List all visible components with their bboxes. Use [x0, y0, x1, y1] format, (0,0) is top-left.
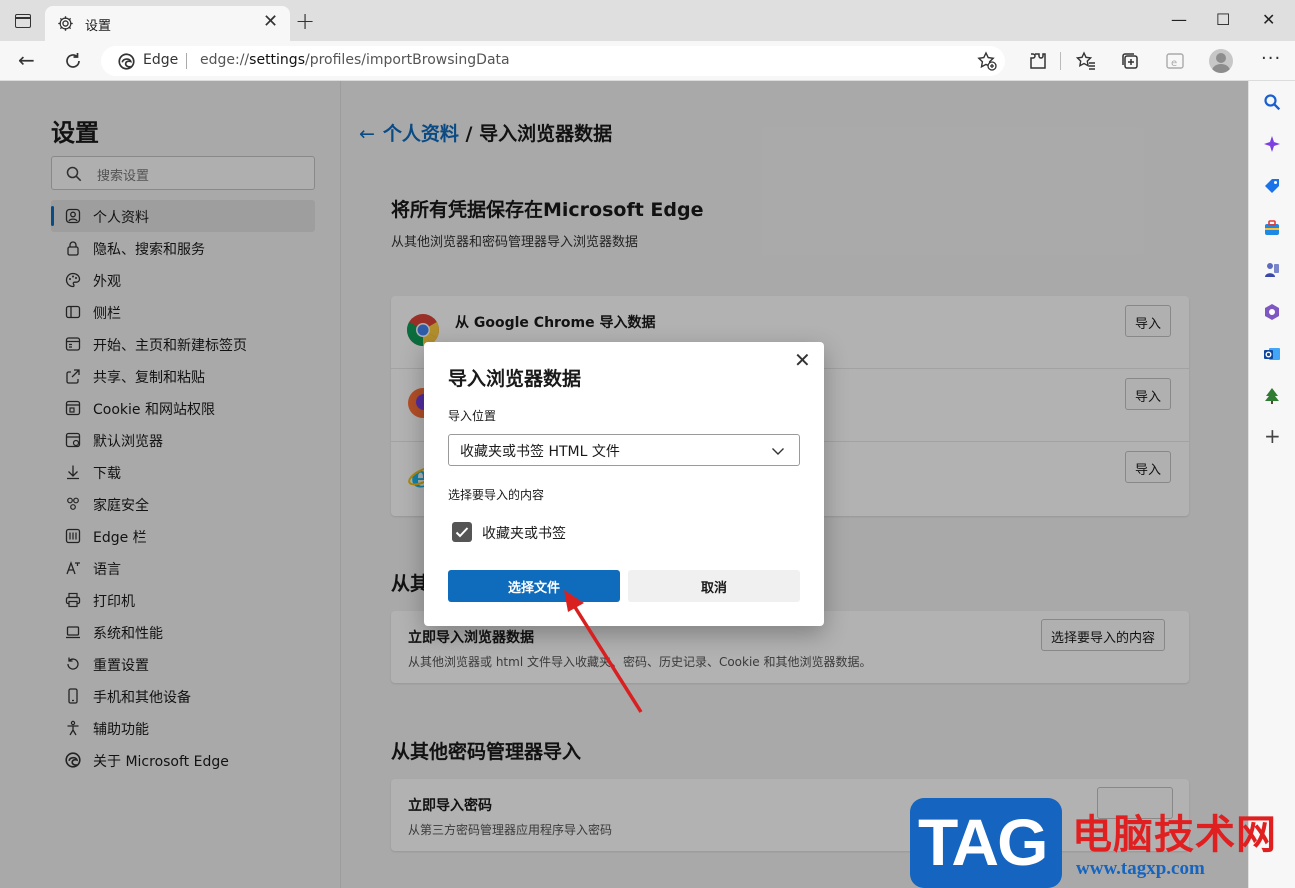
shopping-tag-icon[interactable] — [1263, 177, 1281, 195]
new-tab-button[interactable]: + — [295, 9, 315, 33]
games-icon[interactable] — [1263, 261, 1281, 279]
tab-bar: 设置 ✕ + — ☐ ✕ — [0, 0, 1295, 41]
dialog-title: 导入浏览器数据 — [448, 368, 582, 390]
choose-file-button[interactable]: 选择文件 — [448, 570, 620, 602]
url-text: edge://settings/profiles/importBrowsingD… — [200, 52, 510, 68]
refresh-icon[interactable] — [63, 51, 83, 71]
address-toolbar: ← Edge edge://settings/profiles/importBr… — [0, 41, 1295, 81]
minimize-button[interactable]: — — [1171, 10, 1187, 30]
import-location-select[interactable]: 收藏夹或书签 HTML 文件 — [448, 434, 800, 466]
address-divider — [186, 53, 187, 69]
tab-actions-icon[interactable] — [15, 14, 31, 28]
more-options-icon[interactable]: ··· — [1261, 48, 1281, 69]
edge-logo-icon — [118, 53, 135, 70]
toolbar-divider — [1060, 52, 1061, 70]
tab-settings[interactable]: 设置 ✕ — [45, 6, 290, 41]
import-location-value: 收藏夹或书签 HTML 文件 — [460, 444, 620, 460]
maximize-button[interactable]: ☐ — [1216, 10, 1230, 30]
favorites-checkbox-label[interactable]: 收藏夹或书签 — [482, 523, 566, 543]
microsoft-365-icon[interactable] — [1263, 303, 1281, 321]
profile-avatar[interactable] — [1209, 49, 1233, 73]
import-location-label: 导入位置 — [448, 409, 497, 423]
close-icon[interactable]: ✕ — [794, 350, 811, 370]
chevron-down-icon — [772, 448, 784, 455]
svg-text:e: e — [1171, 58, 1177, 69]
favorites-checkbox[interactable] — [452, 522, 472, 542]
watermark-cn-text: 电脑技术网 — [1072, 812, 1277, 858]
tag-logo-text: TAG — [918, 805, 1048, 879]
collections-icon[interactable] — [1120, 51, 1140, 71]
add-icon[interactable]: + — [1264, 426, 1282, 446]
favorites-icon[interactable] — [1076, 51, 1096, 71]
checkmark-icon — [455, 527, 469, 538]
search-icon[interactable] — [1263, 93, 1281, 111]
tree-icon[interactable] — [1263, 387, 1281, 405]
address-bar[interactable]: Edge edge://settings/profiles/importBrow… — [101, 46, 1005, 76]
tab-title: 设置 — [85, 19, 112, 34]
edge-sidebar-rail: + — [1248, 81, 1295, 888]
import-content-label: 选择要导入的内容 — [448, 488, 545, 502]
tools-icon[interactable] — [1263, 219, 1281, 237]
import-dialog: ✕ 导入浏览器数据 导入位置 收藏夹或书签 HTML 文件 选择要导入的内容 收… — [424, 342, 824, 626]
site-label: Edge — [143, 52, 179, 68]
tab-close-icon[interactable]: ✕ — [263, 12, 278, 32]
ie-mode-icon[interactable]: e — [1165, 51, 1185, 71]
add-favorite-icon[interactable] — [977, 51, 997, 71]
outlook-icon[interactable] — [1263, 345, 1281, 363]
extensions-icon[interactable] — [1028, 51, 1048, 71]
back-arrow-icon[interactable]: ← — [18, 49, 35, 71]
close-window-button[interactable]: ✕ — [1262, 10, 1275, 30]
gear-icon — [58, 16, 73, 31]
watermark-url: www.tagxp.com — [1076, 858, 1205, 879]
tag-logo-box: TAG — [910, 798, 1062, 888]
copilot-sparkle-icon[interactable] — [1263, 135, 1281, 153]
cancel-button[interactable]: 取消 — [628, 570, 800, 602]
watermark-logo: TAG 电脑技术网 www.tagxp.com — [910, 798, 1290, 888]
